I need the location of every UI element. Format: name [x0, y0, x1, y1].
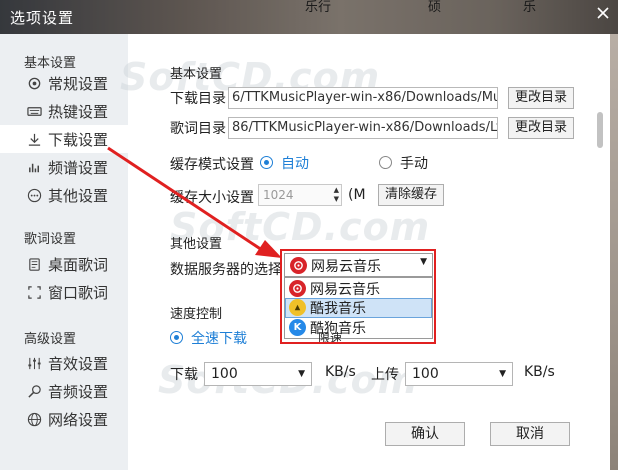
- annotation-arrow: [107, 146, 282, 258]
